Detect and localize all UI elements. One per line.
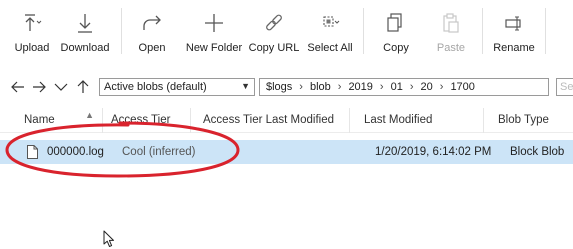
column-header-blob-type[interactable]: Blob Type — [484, 108, 573, 133]
copy-label: Copy — [383, 42, 409, 54]
forward-arrow-icon[interactable] — [29, 78, 48, 96]
select-all-icon — [319, 10, 341, 36]
table-header: Name ▲ Access Tier Access Tier Last Modi… — [0, 107, 573, 133]
column-header-label: Name — [24, 114, 55, 126]
rename-icon — [503, 10, 525, 36]
column-header-label: Access Tier — [111, 114, 171, 126]
upload-icon — [21, 10, 43, 36]
open-icon — [141, 10, 163, 36]
column-header-label: Blob Type — [498, 114, 549, 126]
copy-button[interactable]: Copy — [370, 0, 422, 64]
breadcrumb-item[interactable]: 20 — [419, 81, 435, 93]
search-placeholder: Sea — [560, 81, 573, 93]
copy-url-button[interactable]: Copy URL — [249, 0, 299, 64]
link-icon — [263, 10, 285, 36]
copy-url-label: Copy URL — [248, 42, 300, 54]
blob-last-modified: 1/20/2019, 6:14:02 PM — [375, 146, 492, 158]
column-header-label: Last Modified — [364, 114, 433, 126]
new-folder-label: New Folder — [185, 42, 243, 54]
blob-view-value: Active blobs (default) — [104, 81, 207, 93]
breadcrumb-chevron-icon: › — [337, 81, 342, 93]
breadcrumb-item[interactable]: 2019 — [346, 81, 374, 93]
recent-locations-chevron-icon[interactable] — [51, 78, 70, 96]
copy-icon — [385, 10, 407, 36]
upload-button[interactable]: Upload — [9, 0, 55, 64]
select-all-button[interactable]: Select All — [305, 0, 355, 64]
rename-label: Rename — [493, 42, 535, 54]
breadcrumb-chevron-icon: › — [379, 81, 384, 93]
table-row[interactable]: 000000.log Cool (inferred) 1/20/2019, 6:… — [0, 140, 573, 164]
breadcrumb-chevron-icon: › — [409, 81, 414, 93]
column-header-label: Access Tier Last Modified — [203, 114, 335, 126]
address-bar: Active blobs (default) ▼ $logs › blob › … — [0, 76, 573, 98]
blob-name: 000000.log — [47, 146, 104, 158]
download-icon — [74, 10, 96, 36]
column-header-last-modified[interactable]: Last Modified — [350, 107, 484, 133]
blob-view-dropdown[interactable]: Active blobs (default) ▼ — [99, 78, 255, 96]
breadcrumb-item[interactable]: 01 — [389, 81, 405, 93]
back-arrow-icon[interactable] — [8, 78, 27, 96]
breadcrumb[interactable]: $logs › blob › 2019 › 01 › 20 › 1700 — [259, 78, 549, 96]
new-folder-button[interactable]: New Folder — [184, 0, 244, 64]
search-input[interactable]: Sea — [556, 78, 573, 96]
plus-icon — [203, 10, 225, 36]
open-label: Open — [138, 42, 166, 54]
breadcrumb-chevron-icon: › — [299, 81, 303, 93]
breadcrumb-item[interactable]: blob — [308, 81, 333, 93]
select-all-label: Select All — [307, 42, 353, 54]
breadcrumb-item[interactable]: 1700 — [448, 81, 476, 93]
download-label: Download — [60, 42, 110, 54]
upload-label: Upload — [14, 42, 50, 54]
paste-icon — [440, 10, 462, 36]
blob-type: Block Blob — [510, 146, 565, 158]
toolbar: Upload Download Open New Folder Copy URL — [0, 0, 573, 64]
paste-label: Paste — [436, 42, 466, 54]
column-header-name[interactable]: Name ▲ — [0, 107, 103, 133]
column-header-access-tier[interactable]: Access Tier — [103, 107, 191, 133]
file-icon — [27, 145, 38, 159]
dropdown-caret-icon: ▼ — [241, 81, 250, 91]
paste-button[interactable]: Paste — [428, 0, 474, 64]
up-arrow-icon[interactable] — [73, 78, 92, 96]
mouse-cursor-icon — [103, 230, 114, 247]
sort-ascending-icon: ▲ — [85, 109, 94, 120]
rename-button[interactable]: Rename — [489, 0, 539, 64]
toolbar-divider — [545, 8, 546, 54]
open-button[interactable]: Open — [130, 0, 174, 64]
breadcrumb-chevron-icon: › — [439, 81, 444, 93]
column-header-access-tier-last-modified[interactable]: Access Tier Last Modified — [191, 107, 350, 133]
breadcrumb-item[interactable]: $logs — [264, 81, 294, 93]
download-button[interactable]: Download — [55, 0, 115, 64]
blob-access-tier: Cool (inferred) — [122, 146, 196, 158]
